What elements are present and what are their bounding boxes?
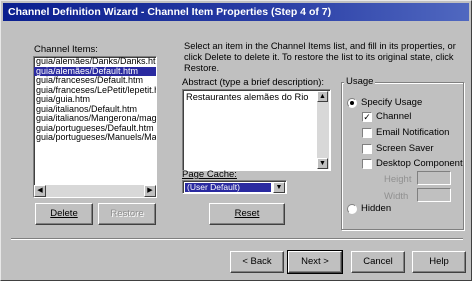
cancel-button-label: Cancel — [363, 256, 393, 267]
list-item[interactable]: guia/franceses/LePetit/lepetit.h — [34, 86, 156, 96]
reset-button-label: Reset — [234, 208, 260, 219]
channel-option-label: Channel — [376, 111, 412, 122]
screen-saver-label: Screen Saver — [376, 143, 434, 154]
specify-usage-label: Specify Usage — [361, 97, 423, 108]
next-button[interactable]: Next > — [287, 250, 343, 274]
height-field — [417, 171, 451, 185]
list-item[interactable]: guia/italianos/Mangerona/mag — [34, 114, 156, 124]
list-item[interactable]: guia/portugueses/Manuels/Ma — [34, 133, 156, 143]
scroll-down-icon[interactable]: ▼ — [317, 158, 328, 169]
email-notification-checkbox[interactable] — [362, 128, 372, 138]
reset-button[interactable]: Reset — [209, 203, 285, 225]
cancel-button[interactable]: Cancel — [351, 251, 405, 273]
abstract-value: Restaurantes alemães do Rio — [186, 92, 309, 102]
abstract-vscrollbar[interactable]: ▲ ▼ — [317, 91, 329, 169]
screen-saver-checkbox[interactable] — [362, 144, 372, 154]
channel-checkbox[interactable]: ✓ — [362, 112, 372, 122]
list-item[interactable]: guia/portugueses/Default.htm — [34, 124, 156, 134]
page-cache-value: (User Default) — [185, 183, 271, 192]
abstract-label: Abstract (type a brief description): — [182, 77, 325, 88]
scroll-up-icon[interactable]: ▲ — [317, 91, 328, 102]
title-bar: Channel Definition Wizard - Channel Item… — [3, 3, 469, 21]
hidden-radio[interactable] — [347, 204, 357, 214]
usage-title: Usage — [344, 76, 376, 87]
help-button[interactable]: Help — [412, 251, 466, 273]
delete-button-label: Delete — [50, 208, 78, 219]
email-notification-label: Email Notification — [376, 127, 450, 138]
footer-divider — [11, 238, 463, 240]
list-item[interactable]: guia/italianos/Default.htm — [34, 105, 156, 115]
list-item[interactable]: guia/alemães/Danks/Danks.ht — [34, 57, 156, 67]
abstract-textarea[interactable]: Restaurantes alemães do Rio ▲ ▼ — [182, 89, 331, 171]
width-label: Width — [384, 191, 409, 202]
page-cache-select[interactable]: (User Default) ▼ — [182, 180, 287, 194]
wizard-window: Channel Definition Wizard - Channel Item… — [0, 0, 472, 281]
back-button[interactable]: < Back — [230, 251, 284, 273]
channel-items-label: Channel Items: — [34, 44, 98, 55]
specify-usage-radio[interactable] — [347, 98, 357, 108]
list-item[interactable]: guia/franceses/Default.htm — [34, 76, 156, 86]
list-item[interactable]: guia/alemães/Default.htm — [34, 66, 156, 76]
desktop-component-label: Desktop Component — [376, 158, 463, 169]
channel-items-list[interactable]: guia/alemães/Danks/Danks.ht guia/alemães/… — [33, 56, 157, 198]
restore-button: Restore — [98, 203, 156, 225]
height-label: Height — [384, 174, 412, 185]
desktop-component-checkbox[interactable] — [362, 159, 372, 169]
instructions-text: Select an item in the Channel Items list… — [184, 41, 456, 73]
scroll-left-icon[interactable]: ◀ — [34, 185, 46, 197]
page-cache-label: Page Cache: — [182, 169, 237, 180]
hidden-label: Hidden — [361, 203, 392, 214]
width-field — [417, 188, 451, 202]
delete-button[interactable]: Delete — [35, 203, 93, 225]
scroll-right-icon[interactable]: ▶ — [144, 185, 156, 197]
restore-button-label: Restore — [110, 208, 144, 219]
next-button-label: Next > — [301, 256, 329, 267]
chevron-down-icon[interactable]: ▼ — [273, 182, 285, 193]
list-item[interactable]: guia/guia.htm — [34, 95, 156, 105]
back-button-label: < Back — [242, 256, 272, 267]
help-button-label: Help — [429, 256, 449, 267]
channel-items-hscrollbar[interactable]: ◀ ▶ — [34, 185, 156, 197]
